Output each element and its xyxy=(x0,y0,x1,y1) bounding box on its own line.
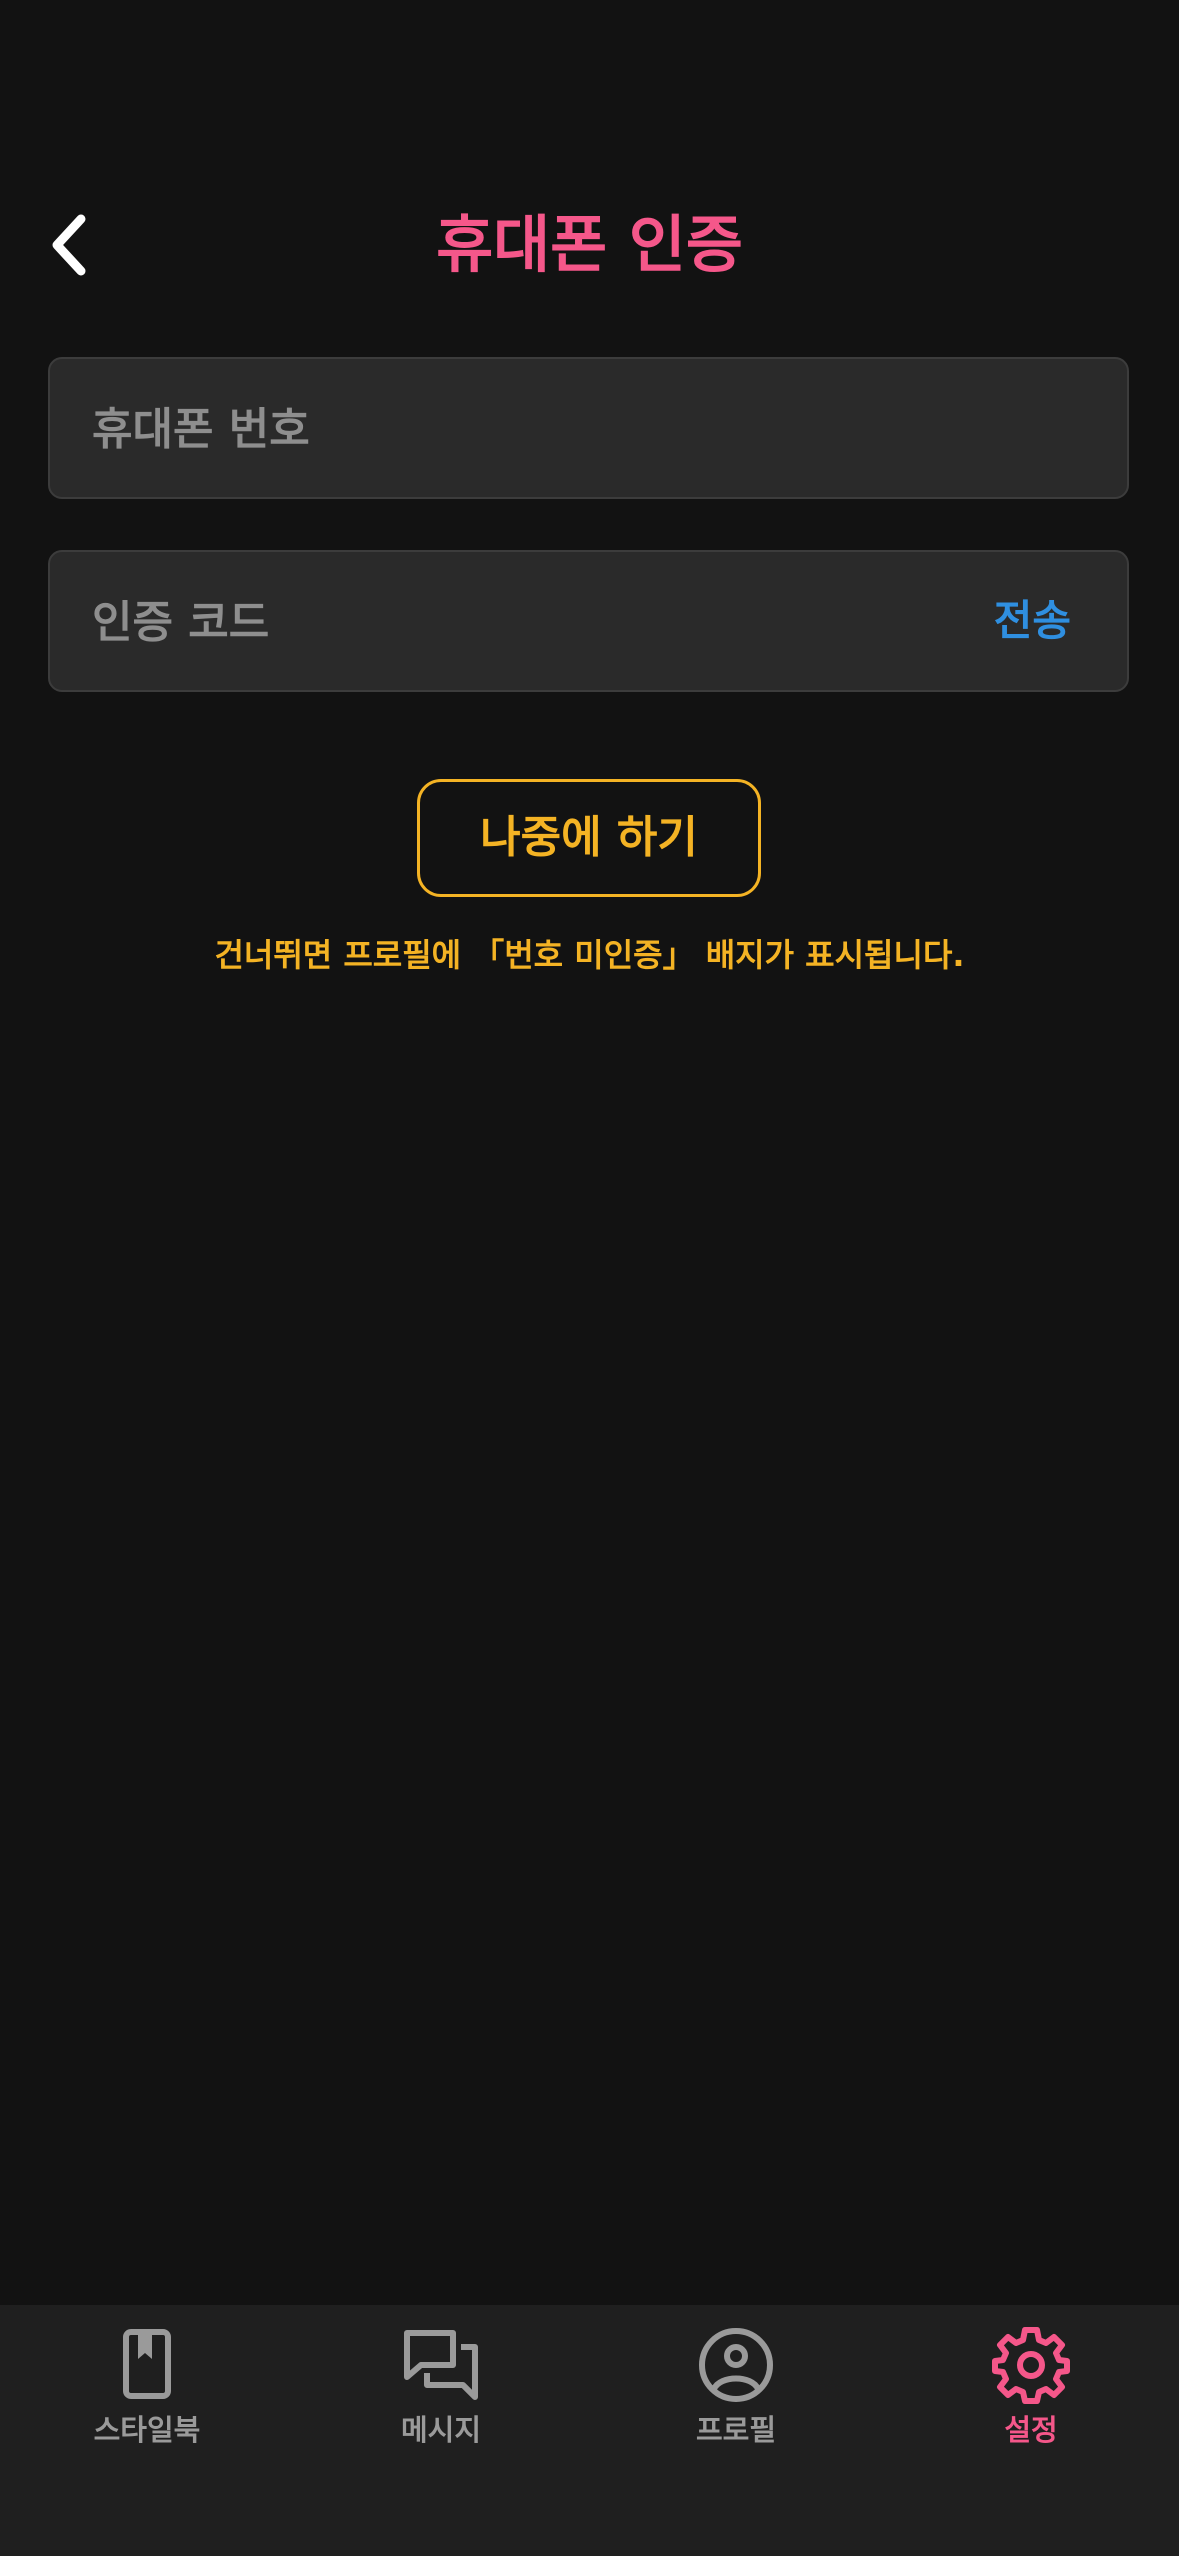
tab-label: 스타일북 xyxy=(93,2413,201,2447)
send-code-button[interactable]: 전송 xyxy=(994,552,1071,690)
user-circle-icon xyxy=(699,2328,773,2402)
tab-messages[interactable]: 메시지 xyxy=(341,2325,541,2455)
verification-code-field: 전송 xyxy=(48,550,1129,692)
skip-notice: 건너뛰면 프로필에 「번호 미인증」 배지가 표시됩니다. xyxy=(214,936,965,974)
page-title: 휴대폰 인증 xyxy=(436,208,743,281)
later-button[interactable]: 나중에 하기 xyxy=(417,779,761,897)
header: 휴대폰 인증 xyxy=(0,190,1179,300)
chat-bubbles-icon xyxy=(404,2330,478,2400)
verification-code-input[interactable] xyxy=(90,552,994,692)
phone-field xyxy=(48,357,1129,499)
tab-label: 설정 xyxy=(1004,2413,1058,2447)
tab-label: 프로필 xyxy=(695,2413,777,2447)
tab-settings[interactable]: 설정 xyxy=(931,2325,1131,2455)
bookmark-book-icon xyxy=(123,2329,171,2399)
tab-label: 메시지 xyxy=(400,2413,482,2447)
tab-stylebook[interactable]: 스타일북 xyxy=(47,2325,247,2455)
tab-profile[interactable]: 프로필 xyxy=(636,2325,836,2455)
bottom-tab-bar: 스타일북 메시지 프로필 설정 xyxy=(0,2305,1179,2556)
phone-number-input[interactable] xyxy=(90,359,994,499)
gear-icon xyxy=(992,2327,1070,2404)
